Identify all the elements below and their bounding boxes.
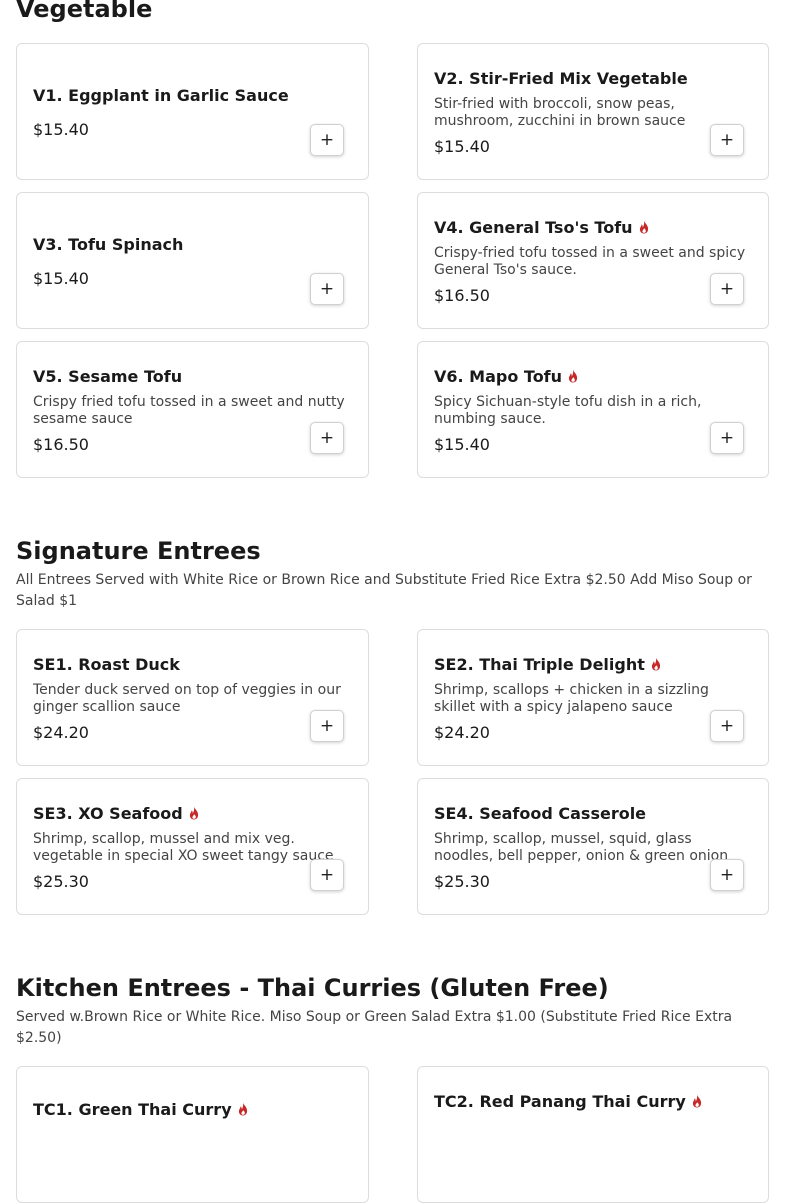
- menu-item-name: V4. General Tso's Tofu: [434, 218, 650, 237]
- menu-item-price: $15.40: [434, 435, 490, 454]
- add-to-cart-button[interactable]: +: [310, 859, 344, 891]
- menu-item-name: V3. Tofu Spinach: [33, 235, 184, 254]
- menu-item-description: Crispy-fried tofu tossed in a sweet and …: [434, 245, 746, 278]
- menu-item-name: TC2. Red Panang Thai Curry: [434, 1092, 703, 1111]
- menu-item-description: Shrimp, scallops + chicken in a sizzling…: [434, 682, 709, 715]
- menu-item-price: $15.40: [33, 120, 89, 139]
- menu-item-name: TC1. Green Thai Curry: [33, 1100, 249, 1119]
- menu-item-description: Crispy fried tofu tossed in a sweet and …: [33, 394, 345, 427]
- menu-item-name: V6. Mapo Tofu: [434, 367, 579, 386]
- spicy-flame-icon: [639, 220, 648, 234]
- menu-item-description: Spicy Sichuan-style tofu dish in a rich,…: [434, 394, 702, 427]
- add-to-cart-button[interactable]: +: [310, 124, 344, 156]
- menu-item-card[interactable]: SE3. XO Seafood Shrimp, scallop, mussel …: [16, 778, 369, 915]
- section-subtitle: Served w.Brown Rice or White Rice. Miso …: [16, 1009, 733, 1046]
- add-to-cart-button[interactable]: +: [710, 273, 744, 305]
- menu-item-card[interactable]: V6. Mapo Tofu Spicy Sichuan-style tofu d…: [417, 341, 769, 478]
- menu-item-price: $16.50: [33, 435, 89, 454]
- menu-item-name: V5. Sesame Tofu: [33, 367, 183, 386]
- menu-item-price: $24.20: [33, 723, 89, 742]
- section-title-signature-entrees: Signature Entrees: [16, 537, 261, 565]
- add-to-cart-button[interactable]: +: [710, 124, 744, 156]
- menu-item-card[interactable]: V2. Stir-Fried Mix Vegetable Stir-fried …: [417, 43, 769, 180]
- section-title-vegetable: Vegetable: [16, 0, 153, 23]
- menu-item-price: $25.30: [434, 872, 490, 891]
- add-to-cart-button[interactable]: +: [710, 859, 744, 891]
- section-title-thai-curries: Kitchen Entrees - Thai Curries (Gluten F…: [16, 974, 609, 1002]
- menu-item-name: V1. Eggplant in Garlic Sauce: [33, 86, 289, 105]
- menu-item-price: $24.20: [434, 723, 490, 742]
- menu-item-card[interactable]: SE1. Roast Duck Tender duck served on to…: [16, 629, 369, 766]
- menu-item-price: $15.40: [434, 137, 490, 156]
- menu-item-name: SE2. Thai Triple Delight: [434, 655, 662, 674]
- menu-item-card[interactable]: V5. Sesame Tofu Crispy fried tofu tossed…: [16, 341, 369, 478]
- spicy-flame-icon: [692, 1094, 701, 1108]
- menu-item-price: $15.40: [33, 269, 89, 288]
- menu-item-name: SE1. Roast Duck: [33, 655, 180, 674]
- menu-item-description: Tender duck served on top of veggies in …: [33, 682, 341, 715]
- spicy-flame-icon: [189, 806, 198, 820]
- add-to-cart-button[interactable]: +: [710, 422, 744, 454]
- menu-item-description: Shrimp, scallop, mussel and mix veg. veg…: [33, 831, 334, 864]
- menu-item-price: $25.30: [33, 872, 89, 891]
- menu-item-name: SE3. XO Seafood: [33, 804, 200, 823]
- menu-item-card[interactable]: V4. General Tso's Tofu Crispy-fried tofu…: [417, 192, 769, 329]
- section-subtitle: All Entrees Served with White Rice or Br…: [16, 572, 752, 609]
- add-to-cart-button[interactable]: +: [710, 710, 744, 742]
- menu-item-name: SE4. Seafood Casserole: [434, 804, 647, 823]
- menu-item-card[interactable]: TC1. Green Thai Curry: [16, 1066, 369, 1203]
- add-to-cart-button[interactable]: +: [310, 273, 344, 305]
- add-to-cart-button[interactable]: +: [310, 422, 344, 454]
- menu-item-card[interactable]: SE4. Seafood Casserole Shrimp, scallop, …: [417, 778, 769, 915]
- spicy-flame-icon: [238, 1102, 247, 1116]
- menu-item-card[interactable]: SE2. Thai Triple Delight Shrimp, scallop…: [417, 629, 769, 766]
- menu-item-description: Stir-fried with broccoli, snow peas, mus…: [434, 96, 686, 129]
- menu-item-card[interactable]: TC2. Red Panang Thai Curry: [417, 1066, 769, 1203]
- menu-item-card[interactable]: V3. Tofu Spinach $15.40 +: [16, 192, 369, 329]
- menu-item-name: V2. Stir-Fried Mix Vegetable: [434, 69, 688, 88]
- menu-item-card[interactable]: V1. Eggplant in Garlic Sauce $15.40 +: [16, 43, 369, 180]
- menu-item-price: $16.50: [434, 286, 490, 305]
- add-to-cart-button[interactable]: +: [310, 710, 344, 742]
- spicy-flame-icon: [568, 369, 578, 383]
- spicy-flame-icon: [651, 657, 660, 671]
- menu-item-description: Shrimp, scallop, mussel, squid, glass no…: [434, 831, 729, 864]
